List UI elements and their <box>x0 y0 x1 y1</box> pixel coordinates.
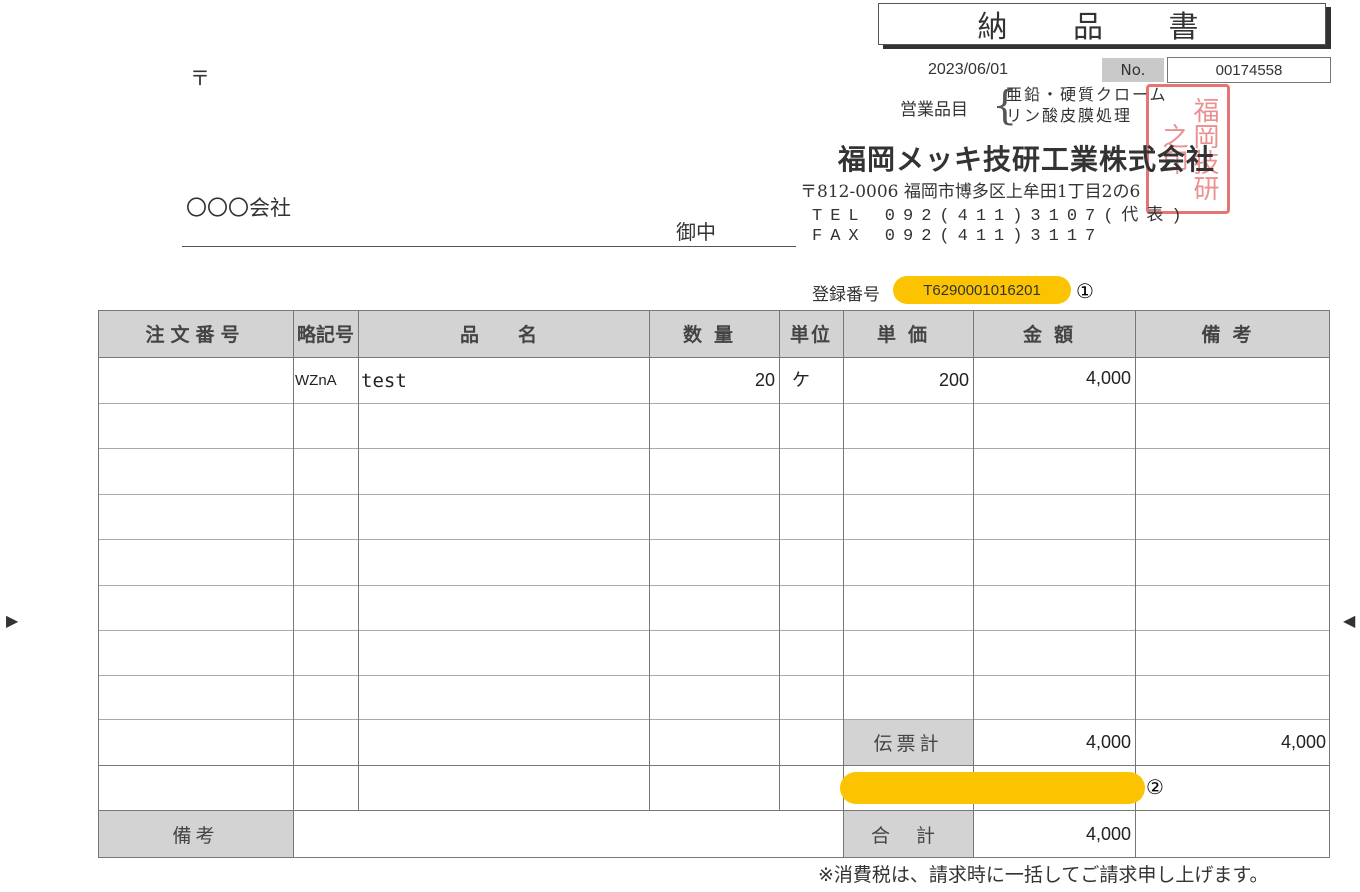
tax-footnote: ※消費税は、請求時に一括してご請求申し上げます。 <box>818 864 1269 886</box>
header-code: 略記号 <box>293 310 358 357</box>
remarks-footer-label: 備考 <box>98 811 293 857</box>
grid-line <box>98 310 1330 311</box>
cell-order-no <box>100 358 291 403</box>
tax-row-highlight <box>840 772 1145 804</box>
grid-line <box>98 765 1330 766</box>
grid-line <box>98 630 1330 631</box>
slip-total-amount: 4,000 <box>1085 731 1131 752</box>
header-quantity: 数量 <box>649 310 779 357</box>
cell-code: WZnA <box>295 372 337 389</box>
annotation-marker-2: ② <box>1146 775 1164 799</box>
header-product-name: 品 名 <box>358 310 649 357</box>
cell-quantity: 20 <box>754 370 775 390</box>
grid-line <box>98 539 1330 540</box>
page-nav-right-icon: ◀ <box>1343 611 1356 630</box>
grid-line <box>98 585 1330 586</box>
grand-total-amount: 4,000 <box>1085 823 1131 844</box>
grid-line <box>98 857 1330 858</box>
cell-remarks <box>1137 358 1327 403</box>
cell-amount: 4,000 <box>1085 368 1131 388</box>
header-unit-price: 単価 <box>843 310 973 357</box>
header-remarks: 備考 <box>1135 310 1330 357</box>
header-amount: 金額 <box>973 310 1135 357</box>
slip-total-remarks: 4,000 <box>1280 731 1326 752</box>
header-unit: 単位 <box>779 310 843 357</box>
grid-line <box>98 448 1330 449</box>
grid-line <box>98 403 1330 404</box>
grid-line <box>98 810 1330 811</box>
cell-unit-price: 200 <box>938 370 969 390</box>
grid-line <box>98 494 1330 495</box>
grand-total-label: 合 計 <box>843 811 973 857</box>
slip-total-label: 伝票計 <box>843 719 973 765</box>
page-nav-left-icon: ▶ <box>6 611 19 630</box>
cell-unit: ケ <box>792 369 810 390</box>
cell-product-name: test <box>361 369 407 392</box>
grid-line <box>98 675 1330 676</box>
header-order-no: 注文番号 <box>98 310 293 357</box>
delivery-table: 注文番号 略記号 品 名 数量 単位 単価 金額 備考 伝票計 備考 合 計 W… <box>0 0 1360 892</box>
